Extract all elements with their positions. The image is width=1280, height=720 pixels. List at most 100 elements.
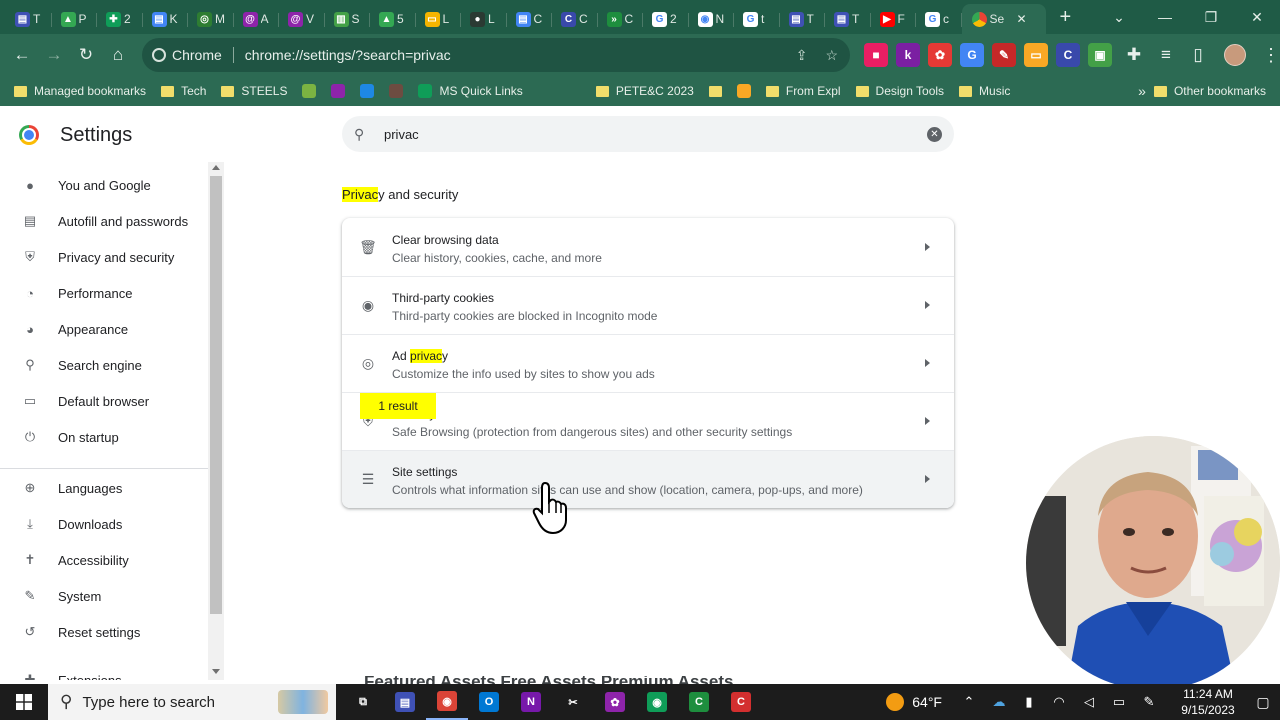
other-bookmarks[interactable]: Other bookmarks — [1153, 84, 1266, 98]
scrollbar-thumb[interactable] — [210, 176, 222, 614]
bookmark-item[interactable] — [331, 84, 346, 98]
sidebar-item-on-startup[interactable]: ⏻ On startup — [0, 419, 208, 455]
bookmark-item[interactable]: From Expl — [765, 84, 841, 98]
bookmark-item[interactable] — [360, 84, 375, 98]
browser-tab[interactable]: ▥ S — [325, 4, 371, 34]
more-menu-icon[interactable]: ⋮ — [1262, 45, 1280, 66]
close-window-icon[interactable]: ✕ — [1234, 9, 1280, 26]
kami-ext-icon[interactable]: k — [896, 43, 920, 67]
taskbar-app[interactable]: ⧉ — [342, 684, 384, 720]
browser-tab[interactable]: Gt — [734, 4, 780, 34]
taskbar-app[interactable]: ◉ — [426, 684, 468, 720]
sidebar-item-autofill-and-passwords[interactable]: ▤ Autofill and passwords — [0, 203, 208, 239]
scroll-up-arrow[interactable] — [212, 165, 220, 170]
bookmark-item[interactable]: MS Quick Links — [418, 84, 523, 98]
clear-search-icon[interactable]: ✕ — [927, 126, 942, 142]
colorful-ext-icon[interactable]: ✿ — [928, 43, 952, 67]
sidebar-item-downloads[interactable]: ⤓ Downloads — [0, 506, 208, 542]
wifi-icon[interactable]: ◠ — [1044, 694, 1074, 710]
sidebar-scrollbar[interactable] — [208, 162, 224, 680]
minimize-icon[interactable]: — — [1142, 9, 1188, 25]
browser-tab[interactable]: ▲ 5 — [370, 4, 416, 34]
browser-tab[interactable]: ◎ M — [188, 4, 234, 34]
bookmark-star-icon[interactable]: ☆ — [825, 47, 838, 64]
pen-ext-icon[interactable]: ✎ — [992, 43, 1016, 67]
side-panel-icon[interactable]: ▯ — [1182, 39, 1214, 71]
bookmark-item[interactable] — [708, 85, 722, 97]
browser-tab[interactable]: ▲ P — [52, 4, 98, 34]
bookmark-item[interactable]: PETE&C 2023 — [595, 84, 694, 98]
sidebar-item-performance[interactable]: ◔ Performance — [0, 275, 208, 311]
bookmark-item[interactable] — [537, 84, 552, 98]
address-bar[interactable]: Chrome chrome://settings/?search=privac … — [142, 38, 850, 72]
highlighter-ext-icon[interactable]: ▭ — [1024, 43, 1048, 67]
tab-search-icon[interactable]: ⌄ — [1096, 9, 1142, 26]
c-ext-icon[interactable]: C — [1056, 43, 1080, 67]
bookmark-item[interactable] — [736, 84, 751, 98]
browser-tab[interactable]: ◉ N — [689, 4, 735, 34]
bookmark-item[interactable] — [389, 84, 404, 98]
bookmark-item[interactable]: Managed bookmarks — [14, 84, 146, 98]
translate-ext-icon[interactable]: G — [960, 43, 984, 67]
bookmark-item[interactable]: Design Tools — [855, 84, 944, 98]
weather-widget[interactable]: 64°F — [886, 693, 942, 711]
taskbar-app[interactable]: ✂ — [552, 684, 594, 720]
extensions-puzzle-icon[interactable]: ✚ — [1118, 39, 1150, 71]
taskbar-search[interactable]: ⚲ Type here to search — [48, 684, 336, 720]
settings-search[interactable]: ⚲ privac ✕ — [342, 116, 954, 152]
bookmark-item[interactable] — [566, 84, 581, 98]
bookmark-item[interactable]: STEELS — [221, 84, 287, 98]
browser-tab[interactable]: @ A — [234, 4, 280, 34]
taskbar-app[interactable]: C — [678, 684, 720, 720]
browser-tab[interactable]: G2 — [643, 4, 689, 34]
scroll-down-arrow[interactable] — [212, 669, 220, 674]
start-button[interactable] — [0, 684, 48, 720]
bookmark-item[interactable]: Music — [959, 84, 1010, 98]
sidebar-item-reset-settings[interactable]: ↺ Reset settings — [0, 614, 208, 650]
settings-row-third-party-cookies[interactable]: ◉ Third-party cookies Third-party cookies … — [342, 276, 954, 334]
taskbar-app[interactable]: ▤ — [384, 684, 426, 720]
bookmarks-overflow-icon[interactable]: » — [1138, 83, 1146, 99]
browser-tab[interactable]: ▭ L — [416, 4, 462, 34]
back-arrow-icon[interactable]: ← — [6, 39, 38, 71]
restore-icon[interactable]: ❐ — [1188, 9, 1234, 26]
search-input[interactable]: privac — [384, 127, 927, 142]
browser-tab[interactable]: ▤ T — [825, 4, 871, 34]
new-tab-button[interactable]: + — [1060, 7, 1072, 27]
reload-icon[interactable]: ↻ — [70, 39, 102, 71]
site-info-chip[interactable]: Chrome — [152, 47, 222, 63]
taskbar-app[interactable]: O — [468, 684, 510, 720]
sidebar-item-system[interactable]: ✎ System — [0, 578, 208, 614]
taskbar-app[interactable]: C — [720, 684, 762, 720]
browser-tab[interactable]: » C — [598, 4, 644, 34]
browser-tab[interactable]: ▤ C — [507, 4, 553, 34]
browser-tab[interactable]: Gc — [916, 4, 962, 34]
browser-tab[interactable]: @ V — [279, 4, 325, 34]
pen-icon[interactable]: ✎ — [1134, 694, 1164, 710]
screen-ext-icon[interactable]: ▣ — [1088, 43, 1112, 67]
clock[interactable]: 11:24 AM 9/15/2023 — [1170, 686, 1246, 718]
browser-tab[interactable]: ▤ K — [143, 4, 189, 34]
sidebar-item-appearance[interactable]: ◕ Appearance — [0, 311, 208, 347]
browser-tab[interactable]: CC — [552, 4, 598, 34]
settings-row-clear-browsing-data[interactable]: 🗑 Clear browsing data Clear history, cooki… — [342, 218, 954, 276]
onedrive-icon[interactable]: ☁ — [984, 694, 1014, 710]
active-tab-settings[interactable]: Se ✕ — [961, 4, 1046, 34]
sidebar-item-extensions[interactable]: ✚ Extensions — [0, 662, 208, 680]
reading-list-icon[interactable]: ≡ — [1150, 39, 1182, 71]
close-tab-icon[interactable]: ✕ — [1017, 12, 1027, 26]
browser-tab[interactable]: ▤ T — [6, 4, 52, 34]
browser-tab[interactable]: ▶ F — [871, 4, 917, 34]
tray-chevron-icon[interactable]: ⌃ — [954, 694, 984, 710]
taskbar-app[interactable]: ◉ — [636, 684, 678, 720]
notifications-icon[interactable]: ▢ — [1246, 694, 1280, 711]
bookmark-item[interactable]: Tech — [161, 84, 206, 98]
sidebar-item-default-browser[interactable]: ▭ Default browser — [0, 383, 208, 419]
share-icon[interactable]: ⇪ — [796, 47, 808, 64]
taskbar-app[interactable]: ✿ — [594, 684, 636, 720]
sidebar-item-accessibility[interactable]: ✝ Accessibility — [0, 542, 208, 578]
microphone-icon[interactable]: ▮ — [1014, 694, 1044, 710]
browser-tab[interactable]: ✚ 2 — [97, 4, 143, 34]
forward-arrow-icon[interactable]: → — [38, 39, 70, 71]
browser-tab[interactable]: ● L — [461, 4, 507, 34]
